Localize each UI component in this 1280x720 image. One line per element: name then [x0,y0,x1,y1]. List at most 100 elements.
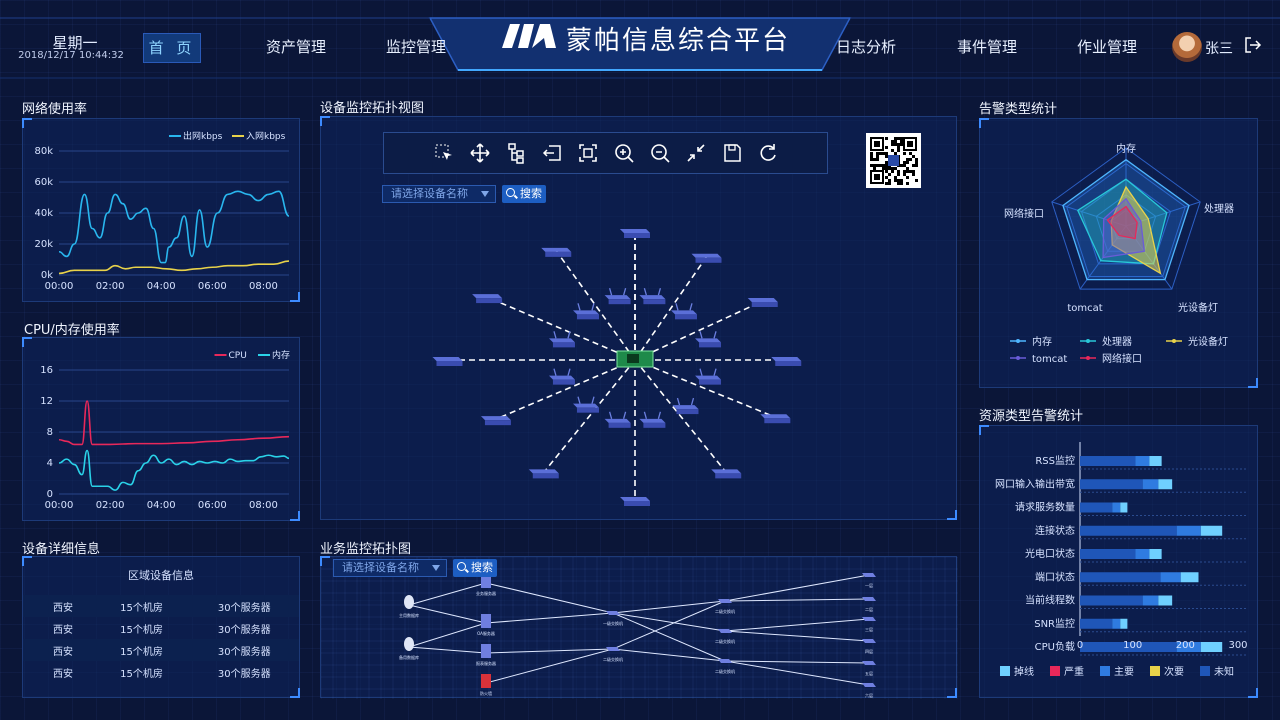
export-icon[interactable] [541,142,563,164]
qr-module [912,170,915,173]
topology-select-placeholder: 请选择设备名称 [391,187,468,200]
antenna [567,368,571,376]
save-icon[interactable] [721,142,743,164]
biz-device-select[interactable]: 请选择设备名称 [333,559,447,577]
antenna [643,288,648,296]
switch-icon [606,611,620,615]
bar-segment [1135,456,1150,466]
antenna [657,288,662,296]
nav-event[interactable]: 事件管理 [957,36,1017,57]
device-body [476,298,503,304]
topology-toolbar [383,132,828,174]
logout-icon[interactable] [1244,36,1262,54]
switch-icon [862,617,876,621]
device-body [576,407,599,413]
database-icon [404,595,414,609]
category-label: 当前线程数 [1025,594,1075,607]
fit-icon[interactable] [577,142,599,164]
legend-dot [1016,339,1020,343]
x-tick-label: 0 [1077,640,1083,651]
x-tick-label: 04:00 [147,500,176,511]
zoom-in-icon[interactable] [613,142,635,164]
qr-module [897,149,900,152]
router-icon [639,288,666,305]
qr-module [900,182,903,185]
antenna [699,368,703,376]
bar-segment [1120,502,1128,513]
qr-module [870,158,873,161]
server-icon [481,614,491,628]
qr-module [909,170,912,173]
firewall-icon [481,674,491,688]
shrink-icon[interactable] [685,142,707,164]
bar-segment [1158,479,1173,490]
top-header: 星期一 2018/12/17 10:44:32 首 页 资产管理 监控管理 蒙帕… [0,0,1280,90]
qr-module [903,164,906,167]
node-label: 六层 [865,692,873,698]
server-cell: 30个服务器 [187,595,299,617]
qr-module [885,182,888,185]
legend-label: 处理器 [1102,336,1132,348]
topology-graph[interactable] [321,117,958,521]
qr-module [882,152,885,155]
series-line [58,449,290,491]
zoom-out-icon[interactable] [649,142,671,164]
topology-search-label: 搜索 [520,187,542,200]
device-top [528,469,559,474]
cpu-mem-panel: 0 4 8 12 16 00:00 02:00 04:00 06:00 08:00 内存 CPU [22,337,300,521]
y-tick-label: 8 [47,427,53,438]
x-tick-label: 06:00 [198,281,227,292]
link-line [408,646,487,654]
topology-device-select[interactable]: 请选择设备名称 [382,185,496,203]
device-top [604,295,631,300]
y-tick-label: 60k [34,177,53,188]
select-icon[interactable] [433,142,455,164]
node-label: 防火墙 [480,690,492,696]
nav-home[interactable]: 首 页 [143,33,201,63]
switch-icon [691,253,722,263]
qr-module [876,155,879,158]
antenna [622,411,627,419]
antenna [577,396,581,404]
node-label: 五层 [865,670,873,676]
topology-search-button[interactable]: 搜索 [502,185,546,203]
qr-module [888,179,891,182]
device-body [608,422,631,428]
y-tick-label: 20k [34,239,53,250]
category-label: 光电口状态 [1025,547,1075,560]
series-line [58,260,290,275]
nav-asset[interactable]: 资产管理 [266,36,326,57]
move-icon[interactable] [469,142,491,164]
x-tick-label: 08:00 [249,500,278,511]
legend-label: 入网kbps [246,131,286,142]
nav-log[interactable]: 日志分析 [836,36,896,57]
y-tick-label: 40k [34,208,53,219]
chevron-down-icon [432,565,440,571]
room-cell: 15个机房 [120,668,163,680]
biz-topology-graph[interactable]: 主用数据库备用数据库业务服务器OA服务器报表服务器防火墙一级交换机二级交换机二级… [320,556,958,699]
tree-icon[interactable] [505,142,527,164]
qr-module [894,140,897,143]
bar-segment [1120,618,1128,629]
alert-type-panel: 内存 处理器 光设备灯 tomcat 网络接口 内存 处理器 光设备灯 tomcat 网络接口 [979,118,1258,388]
nav-job[interactable]: 作业管理 [1077,36,1137,57]
bar-segment [1080,502,1113,513]
device-detail-panel: 区域设备信息 西安 15个机房 30个服务器 西安 15个机房 30个服务器 西安 15个机房… [22,556,300,698]
avatar[interactable] [1172,32,1202,62]
device-body [699,379,722,385]
nav-monitor[interactable]: 监控管理 [386,36,446,57]
device-body [699,342,722,348]
qr-module [906,170,909,173]
refresh-icon[interactable] [757,142,779,164]
device-body [624,501,650,506]
biz-search-button[interactable]: 搜索 [453,559,497,577]
bar-segment [1135,549,1150,559]
device-body [576,314,599,320]
qr-module [885,152,888,155]
router-icon [695,331,722,348]
node-label: 三层 [865,626,873,632]
radar-indicator-label: 光设备灯 [1178,301,1218,314]
qr-module [897,137,900,140]
node-label: 备用数据库 [399,654,419,660]
server-cell: 30个服务器 [187,639,299,661]
